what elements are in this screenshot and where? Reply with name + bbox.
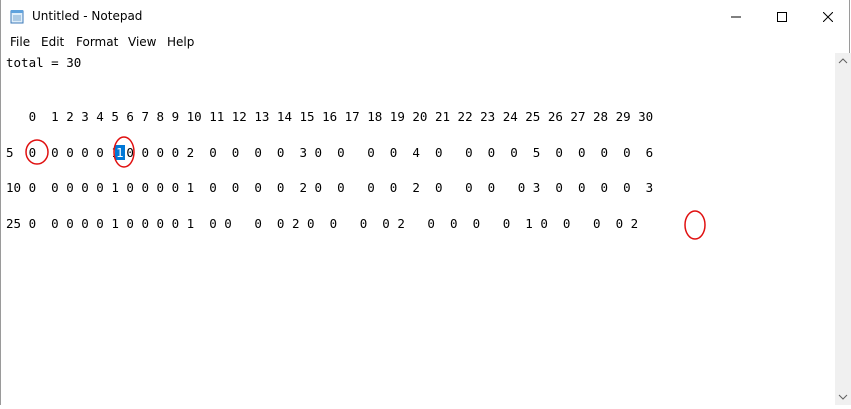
annotation-circle bbox=[113, 136, 135, 168]
notepad-icon bbox=[10, 9, 24, 24]
maximize-icon bbox=[777, 7, 787, 26]
menu-file[interactable]: File bbox=[10, 35, 30, 49]
menu-view[interactable]: View bbox=[128, 35, 156, 49]
annotation-circle bbox=[25, 139, 49, 165]
scroll-up-icon[interactable] bbox=[835, 53, 851, 70]
menu-edit[interactable]: Edit bbox=[41, 35, 64, 49]
window-title: Untitled - Notepad bbox=[32, 9, 143, 23]
title-bar[interactable]: Untitled - Notepad bbox=[1, 0, 849, 32]
close-icon bbox=[822, 7, 834, 26]
minimize-icon bbox=[731, 7, 741, 26]
menu-help[interactable]: Help bbox=[167, 35, 194, 49]
text-editor[interactable]: total = 30 0 1 2 3 4 5 6 7 8 9 10 11 12 … bbox=[1, 53, 835, 405]
annotation-circle bbox=[684, 210, 706, 240]
vertical-scrollbar[interactable] bbox=[835, 53, 851, 405]
minimize-button[interactable] bbox=[713, 0, 759, 32]
scroll-down-icon[interactable] bbox=[835, 388, 851, 405]
close-button[interactable] bbox=[805, 0, 851, 32]
maximize-button[interactable] bbox=[759, 0, 805, 32]
red-annotations bbox=[25, 136, 706, 240]
menu-bar: File Edit Format View Help bbox=[1, 32, 849, 54]
menu-format[interactable]: Format bbox=[76, 35, 118, 49]
notepad-window: Untitled - Notepad File Edit Format View… bbox=[0, 0, 851, 405]
